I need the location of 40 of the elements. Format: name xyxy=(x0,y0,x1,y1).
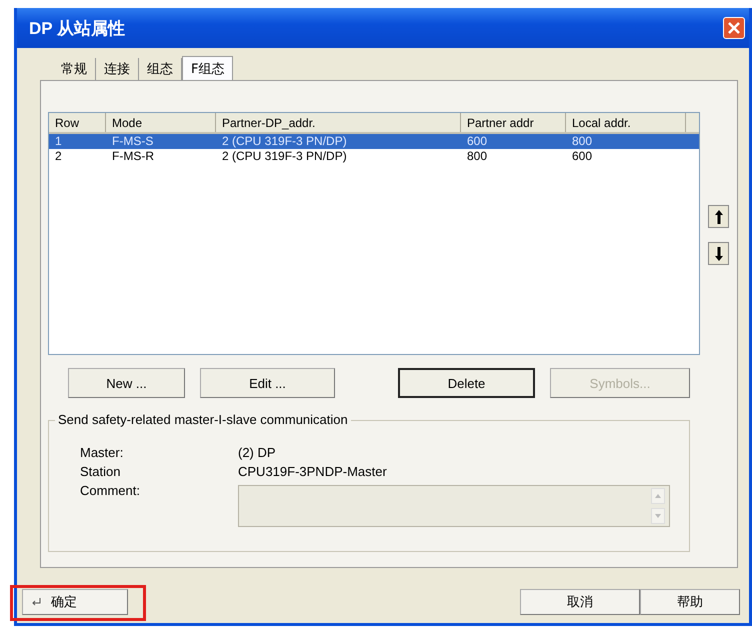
table-row[interactable]: 1 F-MS-S 2 (CPU 319F-3 PN/DP) 600 800 xyxy=(49,134,699,149)
help-button[interactable]: 帮助 xyxy=(640,589,740,615)
scroll-up-icon xyxy=(651,488,665,504)
column-header[interactable]: Partner addr xyxy=(461,113,566,132)
ok-button[interactable]: 确定 xyxy=(22,589,128,615)
field-label: Comment: xyxy=(80,483,141,500)
move-down-button[interactable] xyxy=(708,242,729,265)
button[interactable]: New ... xyxy=(68,368,185,398)
button[interactable]: Edit ... xyxy=(200,368,335,398)
scroll-down-icon xyxy=(651,508,665,524)
move-up-button[interactable] xyxy=(708,205,729,228)
tab[interactable]: F组态 xyxy=(182,56,234,80)
table-cell-text: 2 (CPU 319F-3 PN/DP) xyxy=(221,134,348,149)
enter-icon xyxy=(31,598,41,606)
table-cell-text: 800 xyxy=(571,134,594,149)
button[interactable]: Delete xyxy=(398,368,535,398)
table-cell-text: 600 xyxy=(466,134,488,149)
table-row[interactable]: 2 F-MS-R 2 (CPU 319F-3 PN/DP) 800 600 xyxy=(49,149,699,164)
close-icon xyxy=(727,21,741,35)
table-cell-text: F-MS-R xyxy=(111,149,155,164)
field-value: (2) DP xyxy=(238,445,276,462)
table-cell-text: 600 xyxy=(571,149,594,164)
table-cell-text: 800 xyxy=(466,149,488,164)
column-header[interactable]: Local addr. xyxy=(566,113,686,132)
down-arrow-icon xyxy=(714,246,722,260)
window-title: DP 从站属性 xyxy=(29,18,126,40)
table-cell-text: F-MS-S xyxy=(111,134,154,149)
table-cell-text: 2 xyxy=(54,149,63,164)
column-header[interactable]: Row xyxy=(49,113,106,132)
field-label: Station xyxy=(80,464,122,481)
table-cell-text: 2 (CPU 319F-3 PN/DP) xyxy=(221,149,348,164)
column-header[interactable]: Mode xyxy=(106,113,216,132)
cancel-button[interactable]: 取消 xyxy=(520,589,640,615)
group-title: Send safety-related master-I-slave communication xyxy=(55,412,351,427)
column-header[interactable]: Partner-DP_addr. xyxy=(216,113,461,132)
field-value: CPU319F-3PNDP-Master xyxy=(238,464,387,481)
up-arrow-icon xyxy=(714,210,722,224)
close-button[interactable] xyxy=(723,17,745,39)
table-cell-text: 1 xyxy=(54,134,63,149)
field-label: Master: xyxy=(80,445,124,462)
